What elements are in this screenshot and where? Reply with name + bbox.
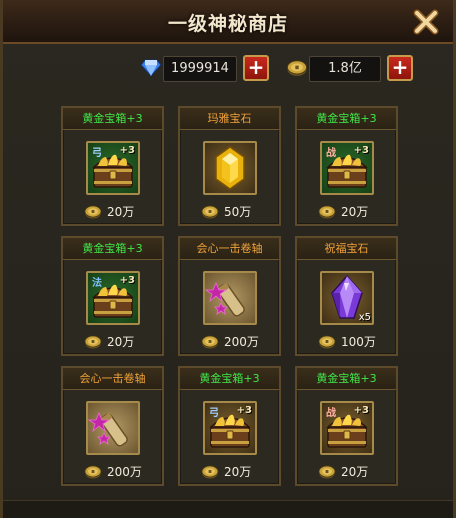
close-icon (413, 9, 439, 35)
item-price: 20万 (341, 205, 369, 219)
add-gold-button[interactable]: + (387, 55, 413, 81)
price-row: 200万 (180, 333, 279, 351)
gold-coin-icon (285, 58, 309, 78)
diamond-amount: 1999914 (163, 56, 237, 82)
title-bar: 一级神秘商店 (3, 0, 453, 44)
item-slot[interactable] (86, 401, 140, 455)
bottom-border (3, 500, 453, 518)
item-price: 100万 (341, 335, 376, 349)
shop-item-card[interactable]: 会心一击卷轴 200万 (178, 236, 281, 356)
item-slot[interactable]: 战 +3 (320, 141, 374, 195)
shop-item-card[interactable]: 黄金宝箱+3 法 +3 20万 (61, 236, 164, 356)
class-tag: 战 (326, 408, 336, 419)
enhance-level: +3 (119, 145, 135, 156)
shop-title: 一级神秘商店 (167, 13, 288, 35)
gold-coin-icon (83, 334, 103, 350)
stack-count: x5 (358, 312, 371, 323)
price-row: 20万 (180, 463, 279, 481)
price-row: 50万 (180, 203, 279, 221)
price-row: 20万 (297, 463, 396, 481)
class-tag: 弓 (92, 148, 102, 159)
item-name: 黄金宝箱+3 (180, 368, 279, 390)
gold-coin-icon (317, 204, 337, 220)
price-row: 20万 (297, 203, 396, 221)
shop-item-card[interactable]: 黄金宝箱+3 战 +3 20万 (295, 366, 398, 486)
item-slot[interactable]: 战 +3 (320, 401, 374, 455)
shop-item-card[interactable]: 玛雅宝石 50万 (178, 106, 281, 226)
item-price: 200万 (107, 465, 142, 479)
item-name: 会心一击卷轴 (180, 238, 279, 260)
item-price: 20万 (224, 465, 252, 479)
enhance-level: +3 (353, 405, 369, 416)
item-name: 会心一击卷轴 (63, 368, 162, 390)
item-price: 20万 (341, 465, 369, 479)
item-price: 20万 (107, 205, 135, 219)
gold-amount: 1.8亿 (309, 56, 381, 82)
item-price: 200万 (224, 335, 259, 349)
enhance-level: +3 (236, 405, 252, 416)
item-slot[interactable]: 弓 +3 (203, 401, 257, 455)
close-button[interactable] (409, 5, 443, 39)
diamond-icon (140, 59, 162, 77)
gold-coin-icon (200, 464, 220, 480)
item-slot[interactable]: 弓 +3 (86, 141, 140, 195)
price-row: 20万 (63, 333, 162, 351)
item-price: 20万 (107, 335, 135, 349)
item-name: 黄金宝箱+3 (297, 368, 396, 390)
enhance-level: +3 (119, 275, 135, 286)
gold-coin-icon (200, 204, 220, 220)
currency-bar: 1999914 + 1.8亿 + (3, 52, 453, 88)
item-slot[interactable] (203, 141, 257, 195)
shop-item-card[interactable]: 祝福宝石 x5 100万 (295, 236, 398, 356)
item-price: 50万 (224, 205, 252, 219)
gold-coin-icon (83, 204, 103, 220)
shop-window: 一级神秘商店 1999914 + 1.8亿 + 黄金宝箱+3 弓 +3 20万 … (0, 0, 456, 518)
scroll-icon (88, 403, 138, 453)
gold-coin-icon (200, 334, 220, 350)
item-name: 祝福宝石 (297, 238, 396, 260)
item-slot[interactable]: x5 (320, 271, 374, 325)
item-name: 黄金宝箱+3 (63, 238, 162, 260)
shop-item-card[interactable]: 黄金宝箱+3 战 +3 20万 (295, 106, 398, 226)
yellow-gem-icon (205, 143, 255, 193)
item-slot[interactable]: 法 +3 (86, 271, 140, 325)
shop-item-card[interactable]: 会心一击卷轴 200万 (61, 366, 164, 486)
class-tag: 战 (326, 148, 336, 159)
item-slot[interactable] (203, 271, 257, 325)
enhance-level: +3 (353, 145, 369, 156)
item-name: 黄金宝箱+3 (63, 108, 162, 130)
shop-item-card[interactable]: 黄金宝箱+3 弓 +3 20万 (178, 366, 281, 486)
price-row: 200万 (63, 463, 162, 481)
gold-coin-icon (317, 464, 337, 480)
scroll-icon (205, 273, 255, 323)
shop-item-card[interactable]: 黄金宝箱+3 弓 +3 20万 (61, 106, 164, 226)
item-name: 黄金宝箱+3 (297, 108, 396, 130)
add-diamond-button[interactable]: + (243, 55, 269, 81)
class-tag: 法 (92, 278, 102, 289)
gold-coin-icon (317, 334, 337, 350)
price-row: 20万 (63, 203, 162, 221)
gold-coin-icon (83, 464, 103, 480)
price-row: 100万 (297, 333, 396, 351)
class-tag: 弓 (209, 408, 219, 419)
item-name: 玛雅宝石 (180, 108, 279, 130)
